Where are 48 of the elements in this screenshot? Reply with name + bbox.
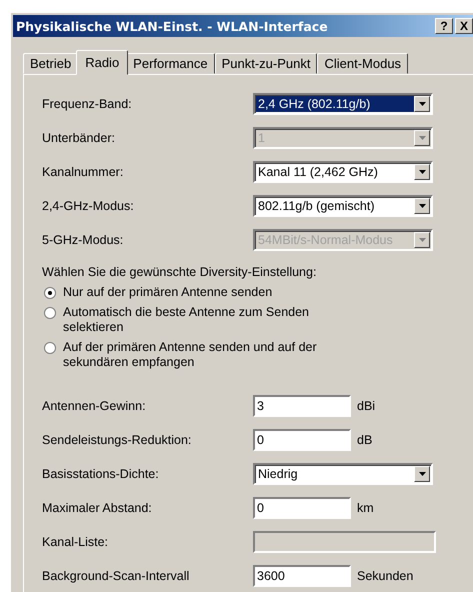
dropdown-button[interactable] (414, 164, 430, 180)
field-label: Kanalnummer: (42, 165, 124, 179)
dropdown[interactable]: 802.11g/b (gemischt) (253, 195, 433, 217)
input-field[interactable]: 3 (253, 395, 351, 417)
field-label: 5-GHz-Modus: (42, 233, 124, 247)
dropdown-arrow-icon (418, 102, 426, 106)
field-label: Background-Scan-Intervall (42, 569, 190, 583)
input-field[interactable]: 0 (253, 429, 351, 451)
tab[interactable]: Betrieb (23, 53, 78, 74)
help-button[interactable]: ? (435, 18, 453, 34)
unit-label: dBi (357, 399, 376, 413)
field-label: Antennen-Gewinn: (42, 399, 147, 413)
dropdown-arrow-icon (418, 238, 426, 242)
dropdown-arrow-icon (418, 472, 426, 476)
dropdown-button[interactable] (414, 198, 430, 214)
field-label: Sendeleistungs-Reduktion: (42, 433, 192, 447)
radio-button[interactable] (44, 307, 56, 319)
field-label: Kanal-Liste: (42, 535, 110, 549)
tab[interactable]: Client-Modus (317, 53, 408, 74)
field-label: Basisstations-Dichte: (42, 467, 160, 481)
field-label: Maximaler Abstand: (42, 501, 153, 515)
tab[interactable]: Performance (126, 53, 215, 74)
diversity-prompt: Wählen Sie die gewünschte Diversity-Einstellung: (42, 265, 318, 279)
radio-label: Nur auf der primären Antenne senden (63, 285, 274, 300)
radio-button[interactable] (44, 287, 56, 299)
dropdown-arrow-icon (418, 136, 426, 140)
dropdown-arrow-icon (418, 204, 426, 208)
close-button[interactable]: X (455, 18, 473, 34)
dropdown-arrow-icon (418, 170, 426, 174)
dropdown-button[interactable] (414, 466, 430, 482)
radio-label: Automatisch die beste Antenne zum Senden selektieren (63, 305, 310, 335)
field-label: Unterbänder: (42, 131, 116, 145)
window-title: Physikalische WLAN-Einst. - WLAN-Interface (16, 18, 329, 34)
dropdown[interactable]: 2,4 GHz (802.11g/b) (253, 93, 433, 115)
unit-label: dB (357, 433, 372, 447)
field-label: 2,4-GHz-Modus: (42, 199, 135, 213)
dropdown[interactable]: Niedrig (253, 463, 433, 485)
input-field[interactable]: 3600 (253, 565, 351, 587)
unit-label: km (357, 501, 374, 515)
field-label: Frequenz-Band: (42, 97, 133, 111)
input-field[interactable]: 0 (253, 497, 351, 519)
unit-label: Sekunden (357, 569, 414, 583)
tab[interactable]: Radio (76, 50, 128, 75)
tab[interactable]: Punkt-zu-Punkt (214, 53, 318, 74)
radio-button[interactable] (44, 342, 56, 354)
dropdown[interactable]: Kanal 11 (2,462 GHz) (253, 161, 433, 183)
dropdown-button[interactable] (414, 96, 430, 112)
radio-label: Auf der primären Antenne senden und auf der sekundären empfangen (63, 340, 318, 370)
